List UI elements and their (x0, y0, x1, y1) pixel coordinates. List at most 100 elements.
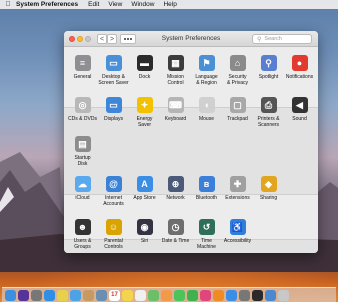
siri-dock-icon[interactable] (18, 289, 29, 301)
pref-item-spotlight[interactable]: ⚲ Spotlight (253, 55, 284, 86)
pref-item-label: Sharing (259, 195, 278, 201)
pref-item-trackpad[interactable]: ▢ Trackpad (222, 97, 253, 128)
pref-item-cd-dvd[interactable]: ◎ CDs & DVDs (67, 97, 98, 128)
pref-item-parental-controls[interactable]: ☺ Parental Controls (98, 219, 129, 250)
pref-item-startup-disk[interactable]: ▤ Startup Disk (67, 136, 98, 167)
pref-item-label: Sound (292, 116, 307, 122)
mail-icon[interactable] (70, 289, 81, 301)
apple-menu-icon[interactable]:  (0, 1, 16, 8)
pref-item-internet-accounts[interactable]: @ Internet Accounts (98, 176, 129, 207)
contacts-icon[interactable] (83, 289, 94, 301)
system-preferences-dock-icon[interactable] (239, 289, 250, 301)
search-placeholder: Search (264, 36, 282, 42)
pref-item-dock[interactable]: ▬ Dock (129, 55, 160, 86)
pref-item-desktop[interactable]: ▭ Desktop & Screen Saver (98, 55, 129, 86)
cd-dvd-icon: ◎ (74, 97, 91, 113)
reminders-icon[interactable] (135, 289, 146, 301)
mission-control-icon: ▦ (167, 55, 184, 71)
users-groups-icon: ☻ (74, 219, 91, 235)
pref-item-label: Date & Time (161, 238, 190, 244)
finder-icon[interactable] (5, 289, 16, 301)
pref-item-bluetooth[interactable]: ʙ Bluetooth (191, 176, 222, 207)
pref-item-general[interactable]: ≡ General (67, 55, 98, 86)
pref-item-notifications[interactable]: ● Notifications (284, 55, 315, 86)
pref-item-sharing[interactable]: ◆ Sharing (253, 176, 284, 207)
pref-item-label: Displays (104, 116, 123, 122)
pref-item-users-groups[interactable]: ☻ Users & Groups (67, 219, 98, 250)
pref-item-label: App Store (133, 195, 156, 201)
desktop-icon: ▭ (105, 55, 122, 71)
pref-item-label: iCloud (75, 195, 90, 201)
pref-item-label: Trackpad (227, 116, 248, 122)
pref-item-time-machine[interactable]: ↺ Time Machine (191, 219, 222, 250)
bluetooth-icon: ʙ (198, 176, 215, 192)
app-store-icon: A (136, 176, 153, 192)
pref-item-displays[interactable]: ▭ Displays (98, 97, 129, 128)
trash-icon[interactable] (278, 289, 289, 301)
pref-item-sound[interactable]: ◀ Sound (284, 97, 315, 128)
pref-item-network[interactable]: ⊕ Network (160, 176, 191, 207)
search-field[interactable]: ⚲ Search (252, 34, 312, 44)
window-titlebar: < > System Preferences ⚲ Search (64, 31, 318, 47)
internet-accounts-icon: @ (105, 176, 122, 192)
pref-item-label: Desktop & Screen Saver (98, 74, 129, 86)
pref-item-label: Language & Region (195, 74, 218, 86)
app-store-dock-icon[interactable] (226, 289, 237, 301)
pref-item-accessibility[interactable]: ♿ Accessibility (222, 219, 253, 250)
pref-item-mission-control[interactable]: ▦ Mission Control (160, 55, 191, 86)
network-icon: ⊕ (167, 176, 184, 192)
pref-item-keyboard[interactable]: ⌨ Keyboard (160, 97, 191, 128)
downloads-icon[interactable] (265, 289, 276, 301)
energy-saver-icon: ✦ (136, 97, 153, 113)
pref-item-siri[interactable]: ◉ Siri (129, 219, 160, 250)
pref-row-personal: ≡ General ▭ Desktop & Screen Saver ▬ Dock ▦ Mis… (67, 55, 315, 86)
sharing-icon: ◆ (260, 176, 277, 192)
pref-item-label: Keyboard (164, 116, 187, 122)
maps-icon[interactable] (148, 289, 159, 301)
chrome-icon[interactable] (57, 289, 68, 301)
printer-icon: ⎙ (260, 97, 277, 113)
keyboard-icon: ⌨ (167, 97, 184, 113)
menu-bar:  System Preferences Edit View Window He… (0, 0, 338, 9)
pref-row-internet: ☁ iCloud @ Internet Accounts A App Store ⊕ Netw… (67, 176, 284, 207)
pref-item-app-store[interactable]: A App Store (129, 176, 160, 207)
preview-icon[interactable] (96, 289, 107, 301)
facetime-icon[interactable] (187, 289, 198, 301)
pref-item-icloud[interactable]: ☁ iCloud (67, 176, 98, 207)
general-icon: ≡ (74, 55, 91, 71)
pref-item-label: Printers & Scanners (257, 116, 280, 128)
pref-item-label: General (73, 74, 92, 80)
messages-icon[interactable] (174, 289, 185, 301)
pref-item-label: Parental Controls (104, 238, 123, 250)
pref-item-language-region[interactable]: ⚑ Language & Region (191, 55, 222, 86)
pref-row-hardware: ◎ CDs & DVDs ▭ Displays ✦ Energy Saver ⌨ Keyboa… (67, 97, 315, 128)
pref-item-energy-saver[interactable]: ✦ Energy Saver (129, 97, 160, 128)
pref-item-extensions[interactable]: ✚ Extensions (222, 176, 253, 207)
pref-item-label: Internet Accounts (103, 195, 124, 207)
pref-item-security[interactable]: ⌂ Security & Privacy (222, 55, 253, 86)
menu-view[interactable]: View (108, 1, 122, 8)
pref-item-label: Extensions (225, 195, 250, 201)
pref-item-mouse[interactable]: ◖ Mouse (191, 97, 222, 128)
itunes-icon[interactable] (200, 289, 211, 301)
pref-item-date-time[interactable]: ◷ Date & Time (160, 219, 191, 250)
launchpad-icon[interactable] (31, 289, 42, 301)
menu-edit[interactable]: Edit (88, 1, 99, 8)
photos-icon[interactable] (161, 289, 172, 301)
menu-window[interactable]: Window (131, 1, 154, 8)
ibooks-icon[interactable] (213, 289, 224, 301)
pref-item-printer[interactable]: ⎙ Printers & Scanners (253, 97, 284, 128)
pref-item-label: CDs & DVDs (68, 116, 97, 122)
pref-row-system: ☻ Users & Groups ☺ Parental Controls ◉ Siri ◷ D… (67, 219, 253, 250)
safari-icon[interactable] (44, 289, 55, 301)
pref-item-label: Notifications (285, 74, 314, 80)
menu-help[interactable]: Help (163, 1, 176, 8)
terminal-icon[interactable] (252, 289, 263, 301)
pref-item-label: Accessibility (223, 238, 252, 244)
menu-app-name[interactable]: System Preferences (16, 1, 78, 8)
dock: 17 (2, 287, 336, 302)
pref-item-label: Security & Privacy (226, 74, 249, 86)
notes-icon[interactable] (122, 289, 133, 301)
siri-icon: ◉ (136, 219, 153, 235)
calendar-icon[interactable]: 17 (109, 289, 120, 301)
